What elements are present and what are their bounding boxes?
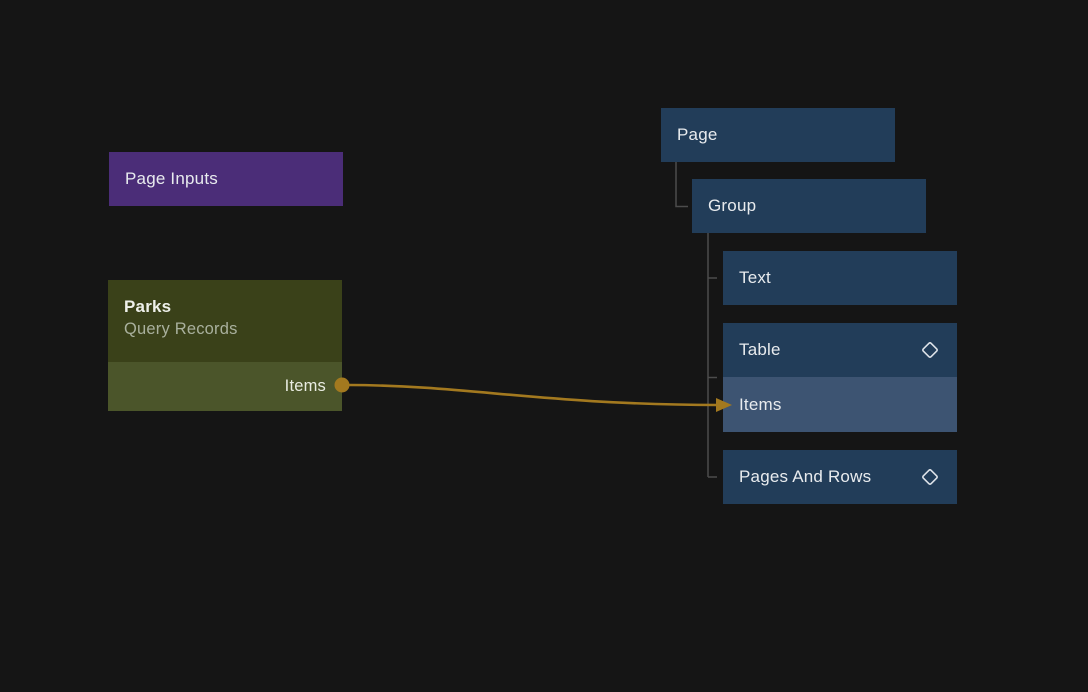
tree-node-table-label: Table	[739, 340, 781, 360]
flow-editor-canvas[interactable]: Page Inputs Parks Query Records Items Pa…	[0, 0, 1088, 692]
node-parks-query[interactable]: Parks Query Records Items	[108, 280, 342, 411]
node-page-inputs-label: Page Inputs	[125, 169, 218, 189]
tree-node-items-label: Items	[739, 395, 782, 415]
tree-node-items[interactable]: Items	[723, 377, 957, 432]
tree-node-group[interactable]: Group	[692, 179, 926, 233]
tree-node-text-label: Text	[739, 268, 771, 288]
output-port-label: Items	[285, 377, 326, 396]
node-parks-output-row[interactable]: Items	[108, 362, 342, 411]
node-parks-header[interactable]: Parks Query Records	[108, 280, 342, 362]
diamond-icon	[919, 466, 941, 488]
tree-node-page-label: Page	[677, 125, 718, 145]
tree-node-group-label: Group	[708, 196, 756, 216]
tree-node-page[interactable]: Page	[661, 108, 895, 162]
tree-node-table[interactable]: Table	[723, 323, 957, 377]
tree-node-pages-and-rows[interactable]: Pages And Rows	[723, 450, 957, 504]
node-page-inputs[interactable]: Page Inputs	[109, 152, 343, 206]
tree-line-page-to-group	[676, 162, 688, 207]
tree-node-pages-and-rows-label: Pages And Rows	[739, 467, 871, 487]
diamond-icon	[919, 339, 941, 361]
tree-line-group-to-children	[708, 233, 717, 477]
tree-node-text[interactable]: Text	[723, 251, 957, 305]
node-parks-subtitle: Query Records	[124, 318, 326, 341]
node-parks-title: Parks	[124, 295, 326, 318]
connection-edge[interactable]	[349, 385, 719, 405]
